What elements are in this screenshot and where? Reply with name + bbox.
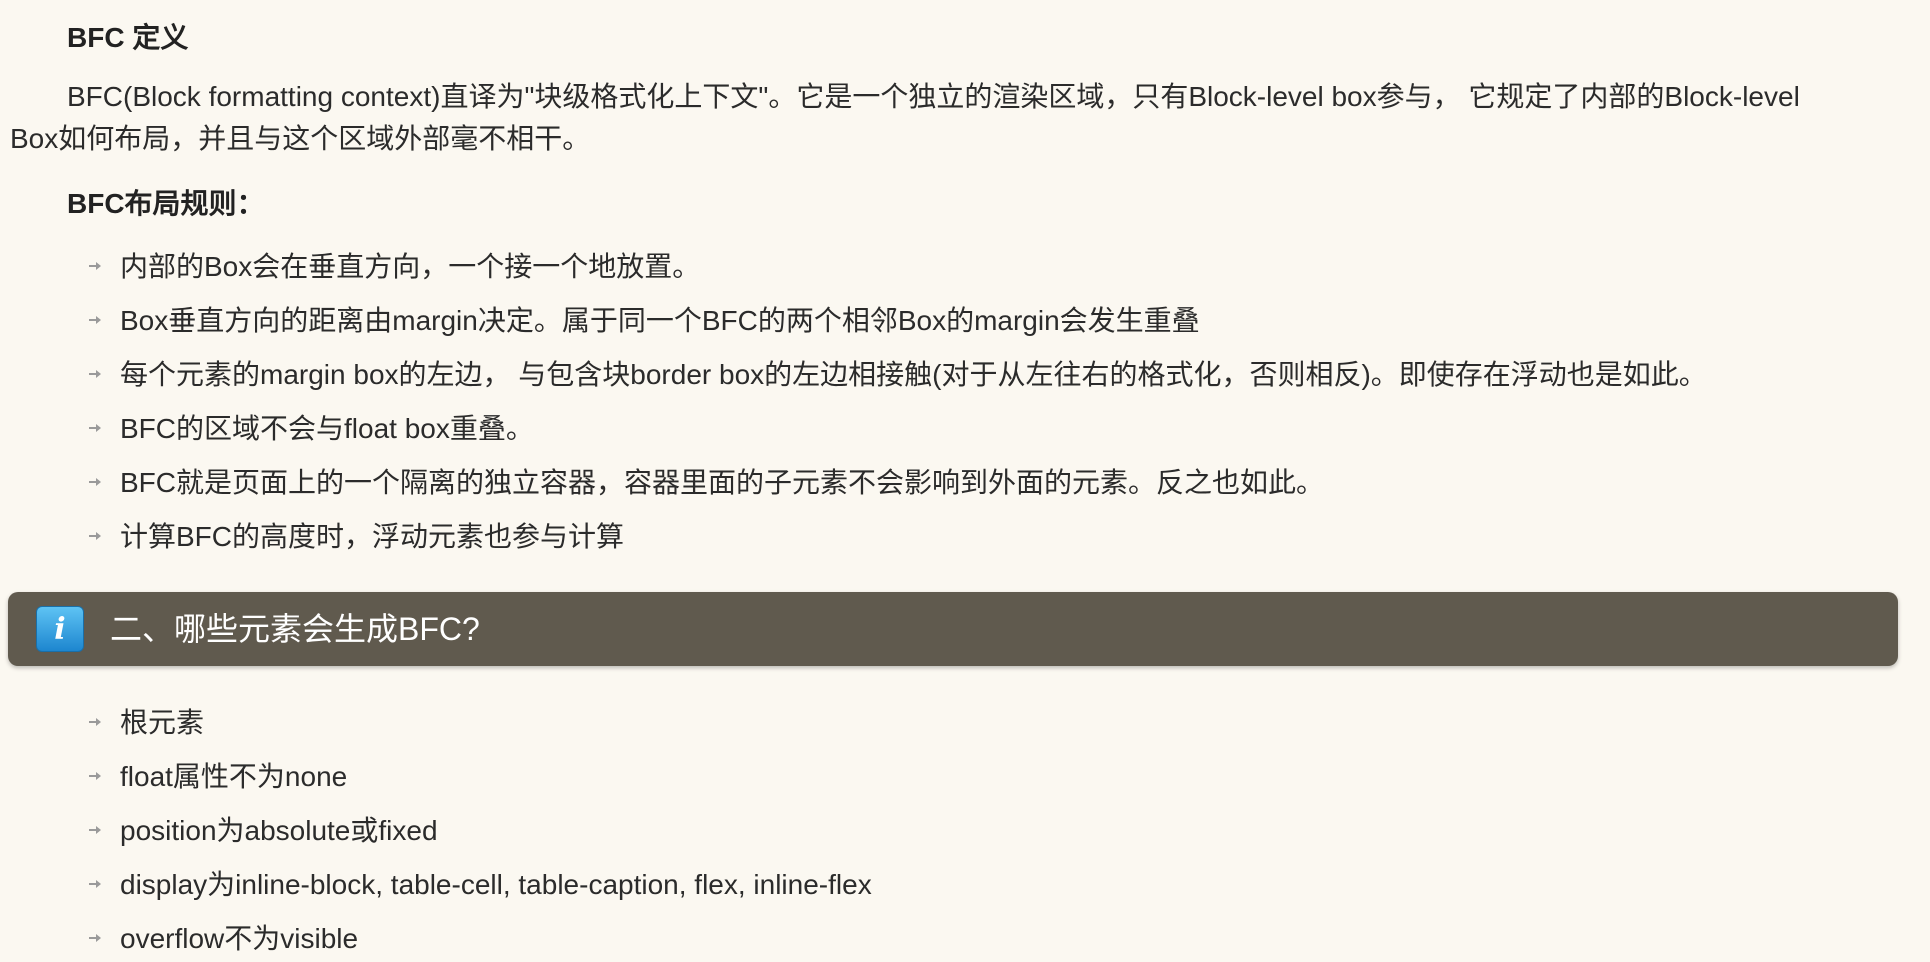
bullet-arrow-icon — [89, 718, 101, 726]
list-item: 内部的Box会在垂直方向，一个接一个地放置。 — [88, 240, 1707, 294]
section-title: 二、哪些元素会生成BFC? — [110, 611, 480, 647]
info-icon: i — [36, 606, 84, 652]
list-item: float属性不为none — [88, 750, 872, 804]
list-item-text: position为absolute或fixed — [120, 815, 438, 846]
list-item-text: 内部的Box会在垂直方向，一个接一个地放置。 — [120, 251, 701, 282]
article-page: BFC 定义 BFC(Block formatting context)直译为"… — [0, 0, 1930, 962]
list-item: 每个元素的margin box的左边， 与包含块border box的左边相接触… — [88, 348, 1707, 402]
list-item: position为absolute或fixed — [88, 804, 872, 858]
list-item: Box垂直方向的距离由margin决定。属于同一个BFC的两个相邻Box的mar… — [88, 294, 1707, 348]
list-item: BFC的区域不会与float box重叠。 — [88, 402, 1707, 456]
bullet-arrow-icon — [89, 826, 101, 834]
list-item-text: BFC的区域不会与float box重叠。 — [120, 413, 534, 444]
bullet-arrow-icon — [89, 262, 101, 270]
bullet-arrow-icon — [89, 316, 101, 324]
bullet-arrow-icon — [89, 934, 101, 942]
bfc-triggers-list: 根元素 float属性不为none position为absolute或fixe… — [88, 696, 872, 962]
list-item: BFC就是页面上的一个隔离的独立容器，容器里面的子元素不会影响到外面的元素。反之… — [88, 456, 1707, 510]
bullet-arrow-icon — [89, 478, 101, 486]
list-item: 根元素 — [88, 696, 872, 750]
bullet-arrow-icon — [89, 370, 101, 378]
bullet-arrow-icon — [89, 772, 101, 780]
list-item: overflow不为visible — [88, 912, 872, 962]
bfc-definition-heading: BFC 定义 — [67, 22, 189, 53]
bfc-rules-list: 内部的Box会在垂直方向，一个接一个地放置。 Box垂直方向的距离由margin… — [88, 240, 1707, 564]
bullet-arrow-icon — [89, 532, 101, 540]
list-item-text: float属性不为none — [120, 761, 348, 792]
bullet-arrow-icon — [89, 424, 101, 432]
bfc-definition-paragraph: BFC(Block formatting context)直译为"块级格式化上下… — [10, 81, 1800, 154]
list-item-text: overflow不为visible — [120, 923, 359, 954]
list-item: display为inline-block, table-cell, table-… — [88, 858, 872, 912]
bullet-arrow-icon — [89, 880, 101, 888]
list-item-text: BFC就是页面上的一个隔离的独立容器，容器里面的子元素不会影响到外面的元素。反之… — [120, 467, 1325, 498]
section-header-bar: i 二、哪些元素会生成BFC? — [8, 592, 1898, 666]
bfc-rules-heading: BFC布局规则： — [67, 188, 265, 219]
list-item-text: 每个元素的margin box的左边， 与包含块border box的左边相接触… — [120, 359, 1707, 390]
list-item-text: 根元素 — [120, 707, 205, 738]
list-item-text: display为inline-block, table-cell, table-… — [120, 869, 872, 900]
list-item-text: Box垂直方向的距离由margin决定。属于同一个BFC的两个相邻Box的mar… — [120, 305, 1200, 336]
list-item: 计算BFC的高度时，浮动元素也参与计算 — [88, 510, 1707, 564]
list-item-text: 计算BFC的高度时，浮动元素也参与计算 — [120, 521, 625, 552]
